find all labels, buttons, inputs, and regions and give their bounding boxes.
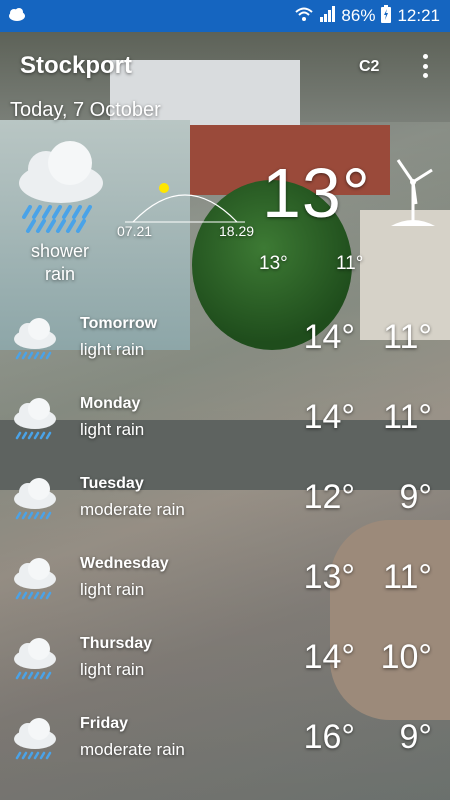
condition-line-2: rain (44, 264, 75, 284)
forecast-day: Monday (80, 395, 141, 412)
forecast-high: 12° (303, 478, 355, 516)
forecast-low: 9° (399, 478, 432, 516)
forecast-low: 10° (380, 638, 432, 676)
rain-cloud-icon (12, 715, 58, 765)
today-low: 11° (336, 253, 364, 274)
shower-rain-icon (16, 135, 106, 235)
forecast-low: 9° (399, 718, 432, 756)
forecast-row-thursday[interactable]: Thursday light rain 14° 10° (0, 635, 450, 715)
signal-icon (319, 5, 336, 27)
forecast-day: Friday (80, 715, 129, 732)
forecast-high: 13° (303, 558, 355, 596)
overflow-menu-button[interactable] (420, 54, 430, 78)
forecast-row-wednesday[interactable]: Wednesday light rain 13° 11° (0, 555, 450, 635)
forecast-day: Wednesday (80, 555, 169, 572)
forecast-condition: moderate rain (80, 740, 185, 759)
forecast-row-friday[interactable]: Friday moderate rain 16° 9° (0, 715, 450, 795)
rain-cloud-icon (12, 315, 58, 365)
forecast-row-tomorrow[interactable]: Tomorrow light rain 14° 11° (0, 315, 450, 395)
rain-cloud-icon (12, 475, 58, 525)
date-label: Today, 7 October (10, 99, 161, 121)
c2-badge[interactable]: C2 (359, 58, 379, 76)
weather-icon (8, 7, 26, 28)
current-temperature: 13° (262, 154, 371, 232)
forecast-day: Tuesday (80, 475, 144, 492)
forecast-row-monday[interactable]: Monday light rain 14° 11° (0, 395, 450, 475)
wifi-icon (295, 6, 314, 27)
clock: 12:21 (397, 6, 440, 25)
forecast-low: 11° (383, 558, 432, 596)
forecast-low: 11° (383, 318, 432, 356)
rain-cloud-icon (12, 555, 58, 605)
forecast-condition: light rain (80, 340, 145, 359)
status-bar: 86% 12:21 (0, 0, 450, 32)
forecast-condition: light rain (80, 660, 145, 679)
today-high: 13° (259, 253, 288, 274)
forecast-condition: light rain (80, 580, 145, 599)
battery-icon (381, 4, 392, 28)
forecast-low: 11° (383, 398, 432, 436)
condition-line-1: shower (30, 241, 90, 261)
forecast-condition: moderate rain (80, 500, 185, 519)
current-condition: shower rain (10, 240, 110, 286)
forecast-high: 14° (303, 398, 355, 436)
sunrise-time: 07.21 (117, 223, 153, 239)
wind-turbine-icon (388, 156, 438, 232)
sunset-time: 18.29 (219, 223, 255, 239)
forecast-row-tuesday[interactable]: Tuesday moderate rain 12° 9° (0, 475, 450, 555)
forecast-day: Tomorrow (80, 315, 158, 332)
forecast-condition: light rain (80, 420, 145, 439)
rain-cloud-icon (12, 395, 58, 445)
rain-cloud-icon (12, 635, 58, 685)
forecast-high: 14° (303, 638, 355, 676)
battery-percent: 86% (341, 6, 376, 25)
sun-arc-icon (125, 172, 245, 228)
forecast-high: 14° (303, 318, 355, 356)
forecast-day: Thursday (80, 635, 153, 652)
forecast-high: 16° (303, 718, 355, 756)
city-name[interactable]: Stockport (20, 52, 132, 80)
